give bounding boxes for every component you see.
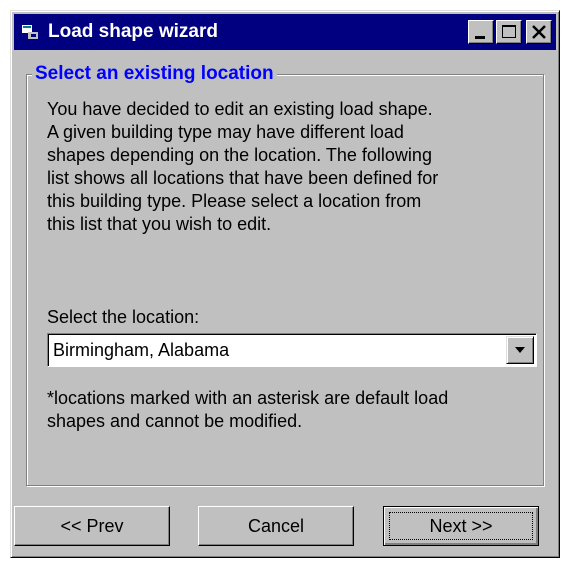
dropdown-button[interactable] bbox=[506, 336, 534, 364]
chevron-down-icon bbox=[515, 347, 525, 353]
title-bar[interactable]: Load shape wizard bbox=[14, 14, 556, 50]
minimize-button[interactable] bbox=[468, 20, 494, 44]
description-text: You have decided to edit an existing loa… bbox=[47, 99, 439, 234]
location-selected-value: Birmingham, Alabama bbox=[53, 340, 230, 360]
note-text: *locations marked with an asterisk are d… bbox=[47, 388, 449, 431]
minimize-icon bbox=[475, 36, 485, 39]
wizard-window: Load shape wizard Select an existing loc… bbox=[10, 10, 560, 558]
group-legend: Select an existing location bbox=[32, 63, 277, 85]
cancel-button-label: Cancel bbox=[247, 516, 305, 536]
prev-button[interactable]: << Prev bbox=[14, 506, 170, 546]
close-icon bbox=[532, 25, 546, 39]
location-label: Select the location: bbox=[47, 307, 200, 327]
maximize-button[interactable] bbox=[496, 20, 522, 44]
close-button[interactable] bbox=[526, 20, 552, 44]
prev-button-label: << Prev bbox=[60, 516, 124, 536]
next-button-label: Next >> bbox=[429, 516, 493, 536]
location-select[interactable]: Birmingham, Alabama bbox=[47, 333, 537, 367]
next-button[interactable]: Next >> bbox=[383, 506, 539, 546]
cancel-button[interactable]: Cancel bbox=[198, 506, 354, 546]
window-title: Load shape wizard bbox=[48, 21, 218, 42]
maximize-icon bbox=[502, 25, 516, 38]
app-icon bbox=[22, 25, 38, 39]
